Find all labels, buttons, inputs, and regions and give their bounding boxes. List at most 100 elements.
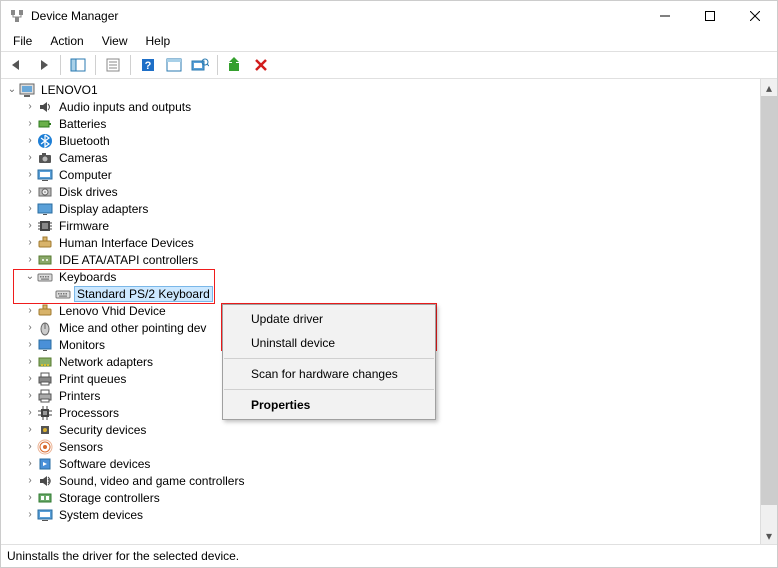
ctx-uninstall-device[interactable]: Uninstall device	[223, 331, 435, 355]
tree-category-row[interactable]: › Batteries	[5, 115, 760, 132]
help-button[interactable]: ?	[136, 53, 160, 77]
tree-category-row[interactable]: › Audio inputs and outputs	[5, 98, 760, 115]
ctx-scan-hardware[interactable]: Scan for hardware changes	[223, 362, 435, 386]
tree-category-row[interactable]: › IDE ATA/ATAPI controllers	[5, 251, 760, 268]
titlebar: Device Manager	[1, 1, 777, 31]
menu-file[interactable]: File	[5, 32, 40, 50]
menu-action[interactable]: Action	[42, 32, 91, 50]
tree-category-row[interactable]: › Security devices	[5, 421, 760, 438]
expand-icon[interactable]: ›	[23, 152, 37, 163]
tree-category-row[interactable]: › Display adapters	[5, 200, 760, 217]
expand-icon[interactable]: ›	[23, 509, 37, 520]
toolbar-separator	[217, 55, 218, 75]
device-tree[interactable]: ⌄ LENOVO1 › Audio inputs and outputs › B…	[1, 79, 760, 544]
expand-icon[interactable]: ›	[23, 305, 37, 316]
expand-icon[interactable]: ›	[23, 407, 37, 418]
menu-help[interactable]: Help	[138, 32, 179, 50]
tree-device-row[interactable]: Standard PS/2 Keyboard	[5, 285, 760, 302]
close-button[interactable]	[732, 1, 777, 31]
tree-category-row[interactable]: › Cameras	[5, 149, 760, 166]
scroll-down-button[interactable]: ▾	[761, 527, 777, 544]
status-bar: Uninstalls the driver for the selected d…	[1, 545, 777, 567]
tree-category-label: Batteries	[57, 117, 108, 131]
expand-icon[interactable]: ›	[23, 186, 37, 197]
tree-category-label: Software devices	[57, 457, 152, 471]
tree-category-row[interactable]: › Disk drives	[5, 183, 760, 200]
tree-category-row[interactable]: › Firmware	[5, 217, 760, 234]
vertical-scrollbar[interactable]: ▴ ▾	[760, 79, 777, 544]
expand-icon[interactable]: ›	[23, 169, 37, 180]
menubar: File Action View Help	[1, 31, 777, 51]
tree-category-label: Display adapters	[57, 202, 150, 216]
expand-icon[interactable]: ›	[23, 237, 37, 248]
expand-icon[interactable]: ›	[23, 118, 37, 129]
tree-category-label: Human Interface Devices	[57, 236, 196, 250]
tree-category-row[interactable]: › Sensors	[5, 438, 760, 455]
tree-category-row[interactable]: › Storage controllers	[5, 489, 760, 506]
toolbar-separator	[95, 55, 96, 75]
disk-icon	[37, 184, 53, 200]
toolbar-separator	[60, 55, 61, 75]
ctx-properties[interactable]: Properties	[223, 393, 435, 417]
expand-icon[interactable]: ›	[23, 475, 37, 486]
tree-category-row[interactable]: › Sound, video and game controllers	[5, 472, 760, 489]
expand-icon[interactable]: ›	[23, 373, 37, 384]
expand-icon[interactable]: ›	[23, 322, 37, 333]
tree-category-label: Mice and other pointing dev	[57, 321, 208, 335]
tree-category-row[interactable]: ⌄ Keyboards	[5, 268, 760, 285]
expand-icon[interactable]: ›	[23, 458, 37, 469]
expand-icon[interactable]: ›	[23, 135, 37, 146]
show-hide-console-tree-button[interactable]	[66, 53, 90, 77]
scroll-thumb[interactable]	[761, 96, 777, 505]
expand-icon[interactable]: ›	[23, 220, 37, 231]
expand-icon[interactable]: ›	[23, 254, 37, 265]
client-area: ⌄ LENOVO1 › Audio inputs and outputs › B…	[1, 79, 777, 545]
menu-view[interactable]: View	[94, 32, 136, 50]
collapse-icon[interactable]: ⌄	[23, 271, 37, 282]
tree-device-label: Standard PS/2 Keyboard	[75, 287, 212, 301]
properties-button[interactable]	[101, 53, 125, 77]
ctx-update-driver[interactable]: Update driver	[223, 307, 435, 331]
forward-button[interactable]	[31, 53, 55, 77]
tree-category-row[interactable]: › Computer	[5, 166, 760, 183]
ide-icon	[37, 252, 53, 268]
scroll-up-button[interactable]: ▴	[761, 79, 777, 96]
update-driver-button[interactable]	[223, 53, 247, 77]
collapse-icon[interactable]: ⌄	[5, 84, 19, 95]
expand-icon[interactable]: ›	[23, 356, 37, 367]
tree-category-row[interactable]: › System devices	[5, 506, 760, 523]
tree-category-label: Keyboards	[57, 270, 118, 284]
security-icon	[37, 422, 53, 438]
tree-category-row[interactable]: › Bluetooth	[5, 132, 760, 149]
expand-icon[interactable]: ›	[23, 101, 37, 112]
expand-icon[interactable]: ›	[23, 441, 37, 452]
expand-icon[interactable]: ›	[23, 424, 37, 435]
maximize-button[interactable]	[687, 1, 732, 31]
tree-category-label: System devices	[57, 508, 145, 522]
network-icon	[37, 354, 53, 370]
toolbar-separator	[130, 55, 131, 75]
system-icon	[37, 507, 53, 523]
tree-category-row[interactable]: › Human Interface Devices	[5, 234, 760, 251]
uninstall-button[interactable]	[249, 53, 273, 77]
context-menu-separator	[224, 389, 434, 390]
expand-icon[interactable]: ›	[23, 390, 37, 401]
bluetooth-icon	[37, 133, 53, 149]
expand-icon[interactable]: ›	[23, 203, 37, 214]
tree-category-label: Sensors	[57, 440, 105, 454]
keyboard-icon	[37, 269, 53, 285]
monitor-icon	[37, 337, 53, 353]
tree-root-row[interactable]: ⌄ LENOVO1	[5, 81, 760, 98]
expand-icon[interactable]: ›	[23, 339, 37, 350]
printer-icon	[37, 388, 53, 404]
tree-category-label: Monitors	[57, 338, 107, 352]
expand-icon[interactable]: ›	[23, 492, 37, 503]
window-title: Device Manager	[31, 9, 642, 23]
scan-hardware-button[interactable]	[188, 53, 212, 77]
minimize-button[interactable]	[642, 1, 687, 31]
tree-category-row[interactable]: › Software devices	[5, 455, 760, 472]
action-button[interactable]	[162, 53, 186, 77]
back-button[interactable]	[5, 53, 29, 77]
hid-icon	[37, 303, 53, 319]
tree-category-label: Lenovo Vhid Device	[57, 304, 168, 318]
